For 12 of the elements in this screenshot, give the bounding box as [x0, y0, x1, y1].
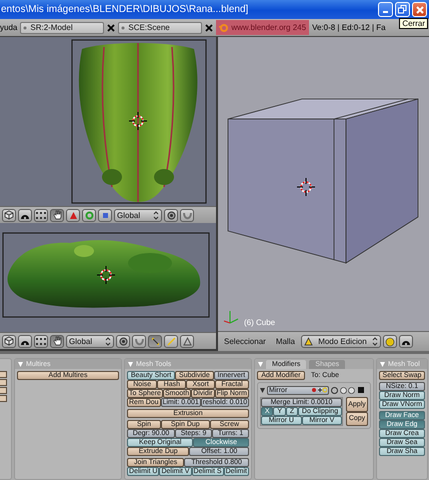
window-title: entos\Mis imágenes\BLENDER\DIBUJOS\Rana...blend]	[0, 4, 250, 15]
scene-stats: Ve:0-8 | Ed:0-12 | Fa	[312, 23, 386, 32]
orientation-dropdown[interactable]: Global	[114, 208, 162, 222]
scene-selector[interactable]: SCE:Scene	[118, 22, 202, 34]
menu-item[interactable]: Seleccionar	[220, 337, 270, 346]
object-label: (6) Cube	[244, 318, 276, 327]
orientation-dropdown[interactable]: Global	[66, 334, 114, 348]
tooltip: Cerrar	[399, 18, 428, 29]
menu-item[interactable]: Malla	[272, 337, 299, 346]
menu-item[interactable]: yuda	[0, 23, 18, 32]
screen-selector[interactable]: SR:2-Model	[20, 22, 104, 34]
mode-dropdown[interactable]: Modo Edicion	[300, 335, 381, 348]
